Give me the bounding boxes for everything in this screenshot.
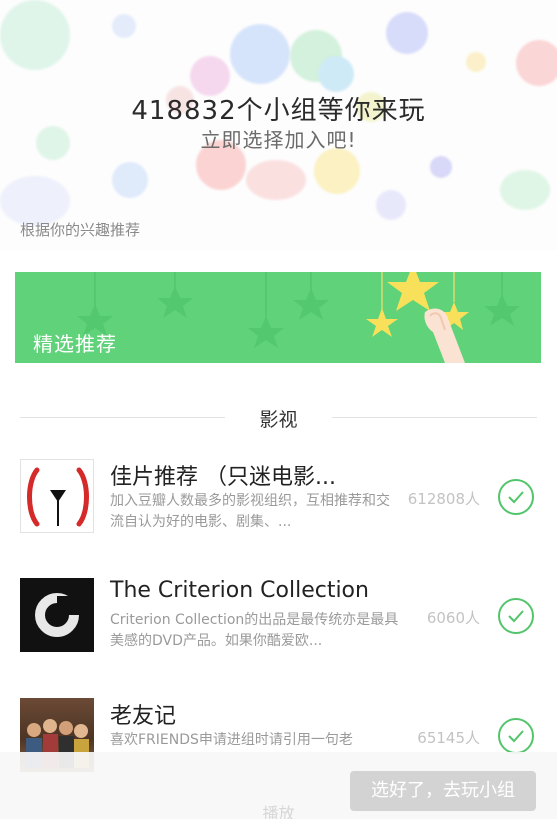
group-title: 佳片推荐 （只迷电影... [110,465,336,490]
group-title: 老友记 [110,704,177,729]
featured-banner[interactable]: 精选推荐 [15,272,541,363]
done-button[interactable]: 选好了，去玩小组 [350,771,536,811]
group-description: 喜欢FRIENDS申请进组时请引用一句老 [110,732,353,748]
film-icon [20,459,94,533]
banner-label: 精选推荐 [33,332,117,356]
list-item[interactable]: 佳片推荐 （只迷电影... 加入豆瓣人数最多的影视组织，互相推荐和交流自认为好的… [0,459,557,539]
bottom-bar: 播放 选好了，去玩小组 [0,752,557,819]
section-header: 影视 [0,402,557,432]
member-count: 612808人 [407,490,480,508]
hero-banner: 418832个小组等你来玩 立即选择加入吧! [0,0,557,250]
check-icon[interactable] [498,718,534,754]
member-count: 65145人 [417,729,480,747]
section-title: 影视 [259,409,298,431]
group-description: 加入豆瓣人数最多的影视组织，互相推荐和交流自认为好的电影、剧集、... [110,493,390,530]
check-icon[interactable] [498,598,534,634]
criterion-logo-icon [20,578,94,652]
member-count: 6060人 [426,609,480,627]
list-item[interactable]: The Criterion Collection Criterion Colle… [0,578,557,658]
recommendation-hint: 根据你的兴趣推荐 [20,221,141,239]
check-icon[interactable] [498,479,534,515]
hero-title: 418832个小组等你来玩 [131,96,426,126]
group-title: The Criterion Collection [110,578,369,603]
hero-subtitle: 立即选择加入吧! [200,128,357,152]
group-description: Criterion Collection的出品是最传统亦是最具美感的DVD产品。… [110,612,399,649]
